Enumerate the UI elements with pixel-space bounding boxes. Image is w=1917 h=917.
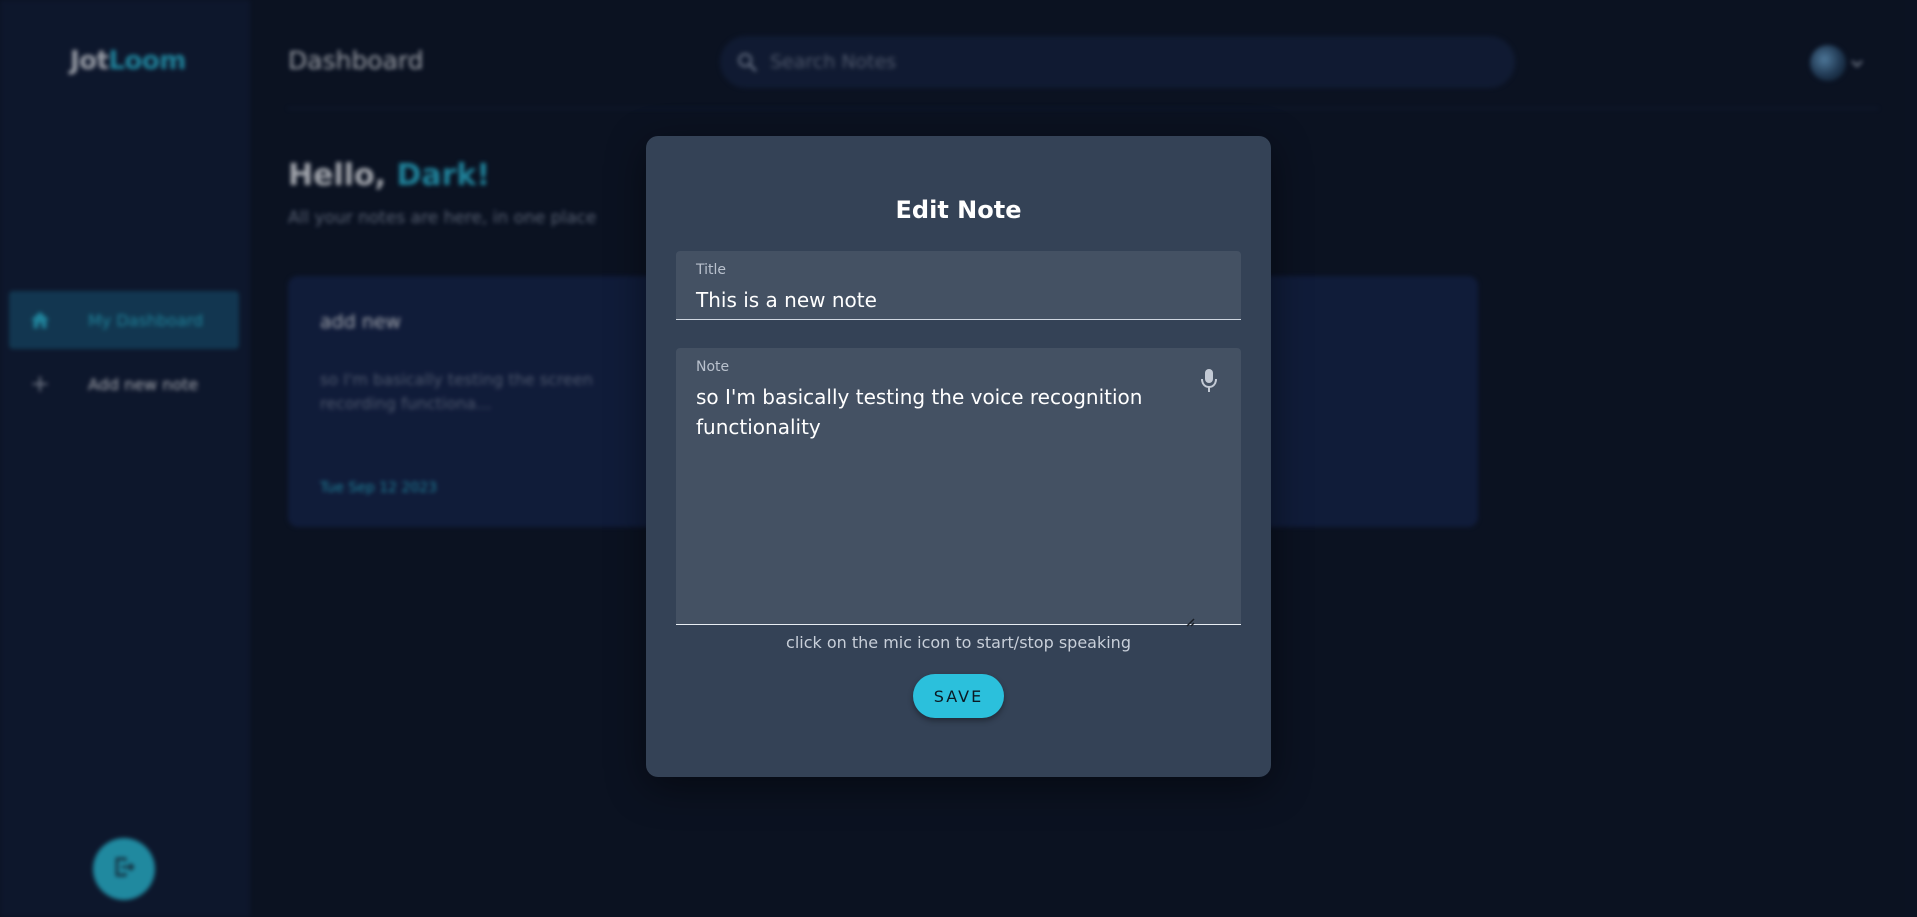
title-input[interactable]: This is a new note	[696, 288, 877, 312]
note-field-label: Note	[696, 359, 730, 375]
mic-icon[interactable]	[1195, 366, 1223, 396]
mic-helper-text: click on the mic icon to start/stop spea…	[786, 633, 1131, 652]
modal-title: Edit Note	[895, 196, 1022, 224]
resize-handle-icon[interactable]	[1185, 612, 1195, 627]
title-field[interactable]: Title This is a new note	[676, 251, 1241, 320]
note-textarea[interactable]: so I'm basically testing the voice recog…	[696, 382, 1166, 442]
note-field[interactable]: Note so I'm basically testing the voice …	[676, 348, 1241, 627]
save-button[interactable]: SAVE	[913, 674, 1004, 718]
edit-note-modal: Edit Note Title This is a new note Note …	[646, 136, 1271, 777]
title-field-label: Title	[696, 262, 727, 278]
